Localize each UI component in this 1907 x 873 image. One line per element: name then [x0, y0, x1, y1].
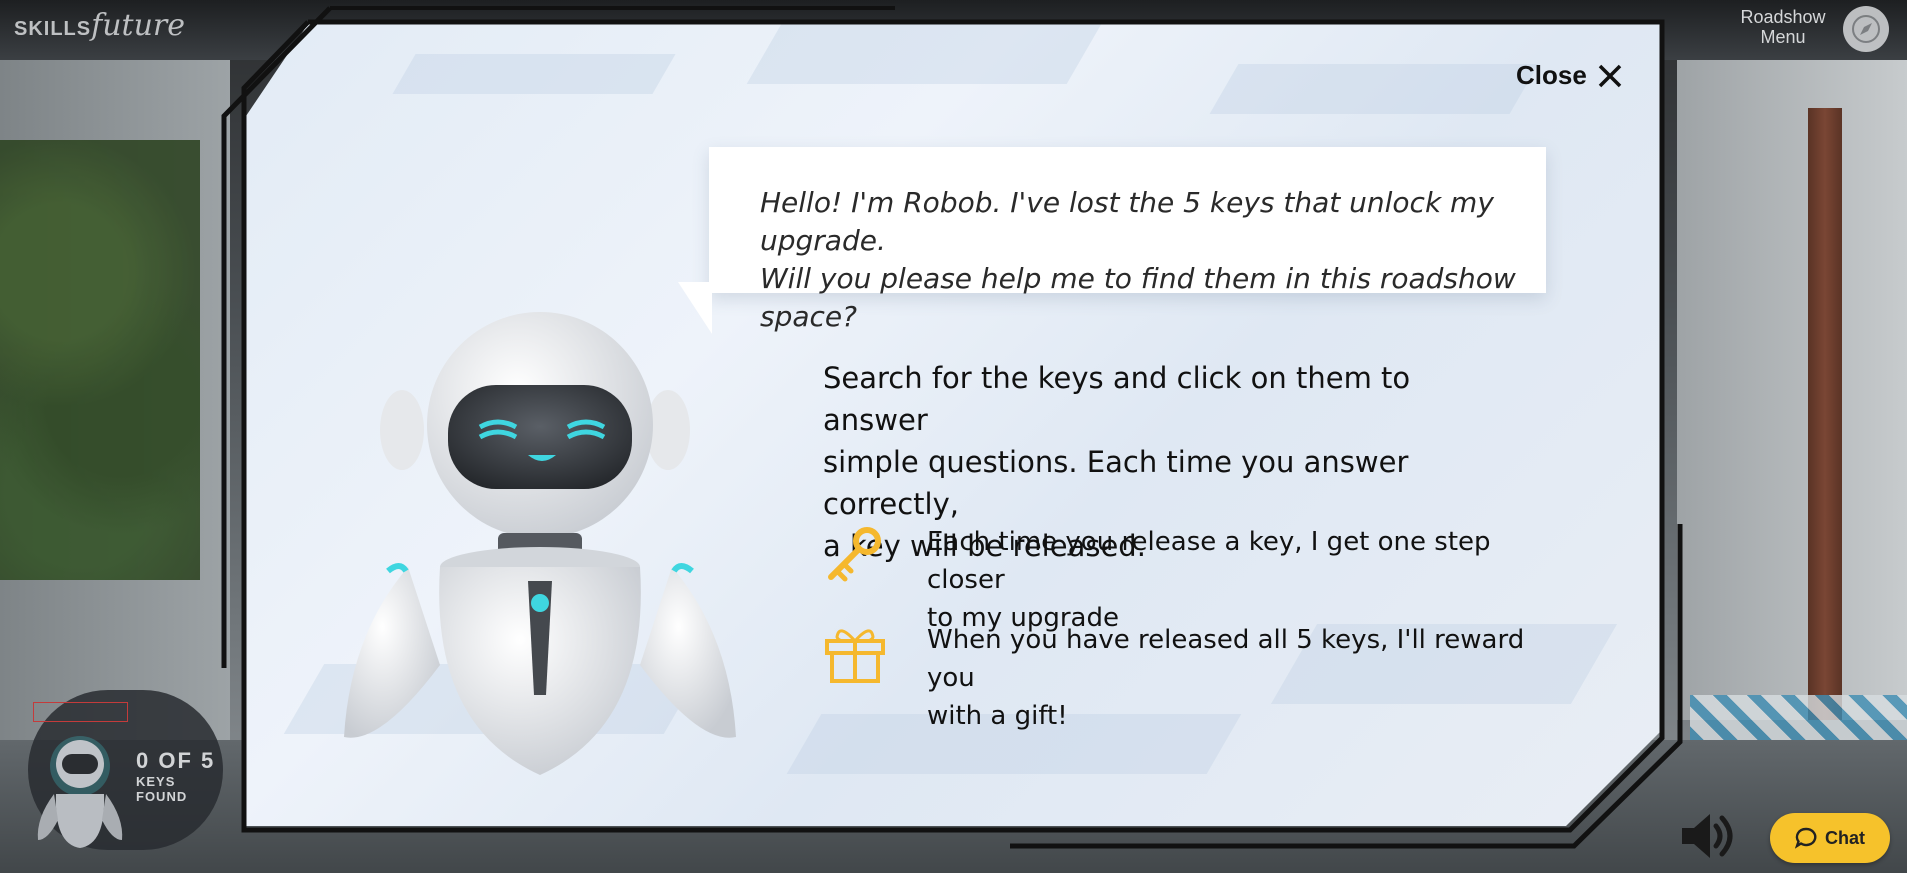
right-wall: [1677, 60, 1907, 720]
logo-future-text: future: [91, 8, 186, 43]
key-info-text: Each time you release a key, I get one s…: [927, 523, 1527, 637]
intro-line-1: Search for the keys and click on them to…: [823, 361, 1411, 437]
menu-line-1: Roadshow: [1740, 7, 1826, 27]
chat-bubble-icon: [1795, 827, 1817, 849]
info-row-gift: When you have released all 5 keys, I'll …: [823, 621, 1527, 735]
chat-button[interactable]: Chat: [1770, 813, 1890, 863]
speech-line-2: Will you please help me to find them in …: [760, 262, 1516, 333]
skillsfuture-logo[interactable]: SKILLSfuture: [14, 8, 185, 43]
sound-toggle-button[interactable]: [1678, 810, 1734, 862]
key-icon: [828, 527, 881, 582]
key-info-line-1: Each time you release a key, I get one s…: [927, 527, 1491, 595]
gift-info-line-2: with a gift!: [927, 701, 1068, 731]
keys-found-label: KEYS FOUND: [136, 774, 188, 804]
gift-icon: [825, 629, 885, 683]
info-row-key: Each time you release a key, I get one s…: [823, 523, 1527, 637]
keys-count: 0 OF 5: [136, 748, 216, 773]
roadshow-menu-label[interactable]: Roadshow Menu: [1730, 7, 1836, 47]
mini-robot-icon: [37, 736, 123, 848]
plant-wall: [0, 140, 200, 580]
gift-info-line-1: When you have released all 5 keys, I'll …: [927, 625, 1525, 693]
wooden-pillar: [1808, 108, 1842, 720]
speaker-icon: [1682, 814, 1733, 858]
close-button[interactable]: Close: [1516, 60, 1623, 91]
chat-label: Chat: [1825, 827, 1865, 848]
gift-info-text: When you have released all 5 keys, I'll …: [927, 621, 1527, 735]
menu-line-2: Menu: [1760, 27, 1806, 47]
compass-menu-button[interactable]: [1843, 6, 1889, 52]
logo-skills-text: SKILLS: [14, 18, 92, 40]
compass-icon: [1852, 15, 1880, 43]
intro-line-2: simple questions. Each time you answer c…: [823, 445, 1409, 521]
speech-bubble-tail: [678, 282, 712, 334]
robob-robot-illustration: [344, 312, 736, 775]
highlight-outline: [33, 702, 128, 722]
speech-text: Hello! I'm Robob. I've lost the 5 keys t…: [760, 184, 1530, 336]
speech-line-1: Hello! I'm Robob. I've lost the 5 keys t…: [760, 186, 1494, 257]
close-label: Close: [1516, 60, 1587, 90]
close-icon: [1598, 64, 1622, 87]
